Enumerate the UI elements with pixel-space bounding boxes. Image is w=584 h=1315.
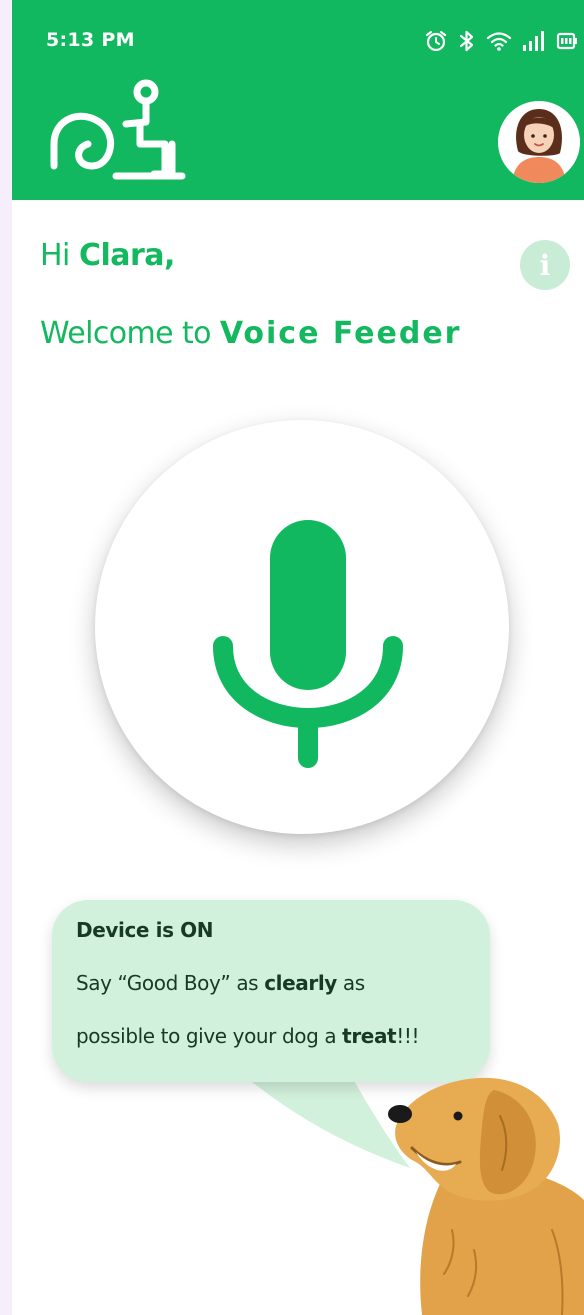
app-screen: 5:13 PM Hi Clara, i Welcome to Voice Fee… — [12, 0, 584, 1315]
golden-retriever-dog-illustration — [388, 1077, 584, 1315]
